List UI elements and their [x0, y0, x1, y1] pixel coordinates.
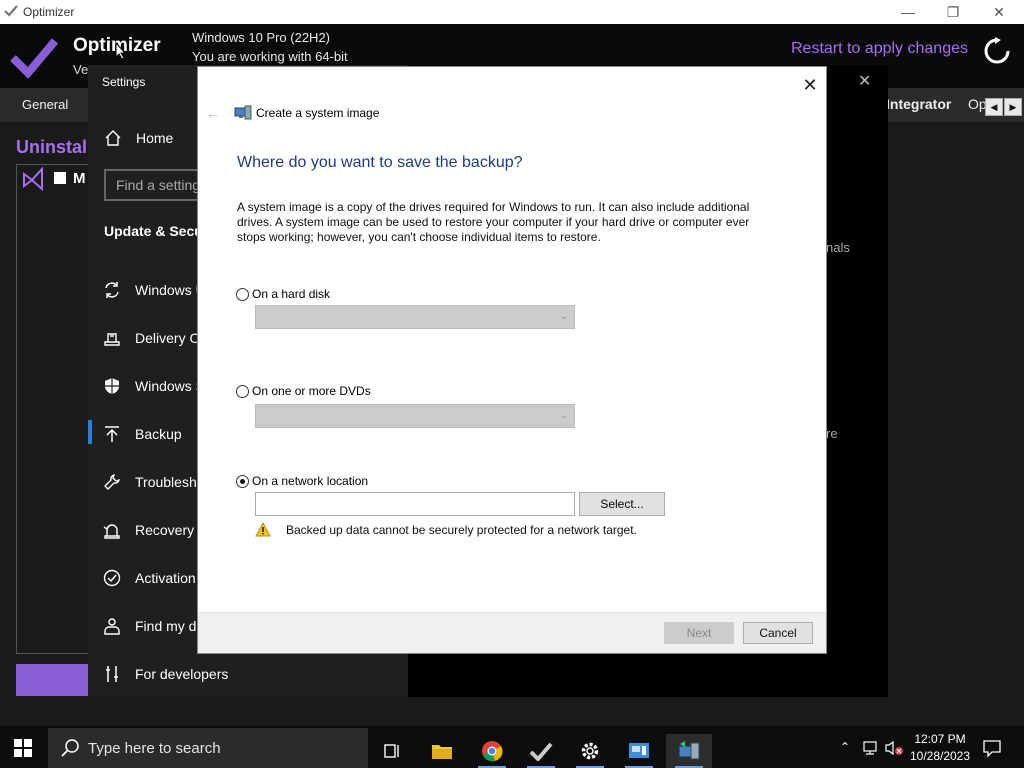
option-label: On a network location — [252, 474, 369, 488]
shield-icon — [105, 378, 119, 394]
sidebar-item-label: Find my de — [135, 618, 205, 634]
activation-check-icon — [103, 569, 121, 587]
uninstall-button[interactable] — [16, 664, 96, 696]
tab-scroll-right-icon[interactable]: ▶ — [1004, 98, 1022, 116]
app-list-item-label: M — [73, 170, 86, 187]
network-location-input[interactable] — [255, 492, 575, 516]
wrench-icon — [104, 474, 120, 490]
search-placeholder: Type here to search — [88, 740, 221, 757]
person-pin-icon — [104, 618, 120, 635]
option-label: On one or more DVDs — [252, 384, 371, 398]
restore-button[interactable]: ❐ — [930, 2, 976, 22]
dialog-footer: Next Cancel — [198, 612, 826, 653]
sidebar-item-label: Backup — [135, 426, 182, 442]
select-button[interactable]: Select... — [579, 492, 665, 516]
logo-check-icon — [10, 38, 58, 78]
app-version: Ve — [73, 62, 89, 77]
sidebar-item-label: Windows S — [135, 378, 206, 394]
uninstall-title: Uninstal — [16, 137, 88, 157]
cancel-button[interactable]: Cancel — [743, 622, 813, 644]
search-icon — [61, 739, 79, 757]
sidebar-item-label: Windows U — [135, 282, 206, 298]
tray-chevron-up-icon[interactable]: ⌃ — [840, 740, 850, 754]
chevron-down-icon: ⌄ — [559, 410, 568, 421]
content-fragment: re — [826, 426, 838, 441]
dialog-description: A system image is a copy of the drives r… — [237, 200, 750, 244]
home-label: Home — [136, 130, 174, 146]
radio-dvds[interactable] — [236, 384, 249, 398]
back-arrow-icon[interactable]: ← — [206, 105, 220, 121]
system-image-dialog: ✕ ← Create a system image Where do you w… — [198, 67, 826, 653]
tab-general[interactable]: General — [22, 97, 68, 112]
warning-icon — [255, 522, 271, 537]
app-checkbox[interactable] — [54, 172, 66, 184]
visual-studio-icon — [23, 166, 43, 192]
next-button[interactable]: Next — [664, 622, 734, 644]
backup-arrow-icon — [105, 426, 119, 442]
tab-scroll-left-icon[interactable]: ◀ — [985, 98, 1003, 116]
notification-icon[interactable] — [983, 739, 1001, 757]
tab-options[interactable]: Op — [968, 96, 987, 112]
volume-muted-icon[interactable] — [884, 740, 904, 756]
optimizer-titlebar: Optimizer — ❐ ✕ — [0, 0, 1024, 24]
content-fragment: nals — [826, 240, 850, 255]
sidebar-item-label: For developers — [135, 666, 229, 682]
check-icon — [4, 5, 18, 17]
taskbar-search[interactable]: Type here to search — [48, 728, 368, 768]
control-panel-icon[interactable] — [619, 734, 659, 768]
clock-time[interactable]: 12:07 PM — [912, 732, 968, 746]
tab-integrator[interactable]: Integrator — [886, 96, 951, 112]
option-dvds[interactable]: On one or more DVDs — [236, 384, 371, 398]
chrome-icon[interactable] — [472, 734, 512, 768]
restart-icon[interactable] — [982, 36, 1012, 66]
taskbar: Type here to search ⌃ 12:07 PM 10/28/202… — [0, 728, 1024, 768]
dialog-breadcrumb: Create a system image — [256, 106, 380, 120]
chevron-down-icon: ⌄ — [559, 311, 568, 322]
warning-text: Backed up data cannot be securely protec… — [286, 523, 637, 537]
sync-icon — [105, 282, 119, 298]
settings-close-icon[interactable]: ✕ — [858, 71, 871, 91]
settings-home[interactable]: Home — [104, 129, 173, 147]
find-setting-placeholder: Find a setting — [116, 177, 201, 193]
section-title: Update & Secu — [104, 223, 203, 239]
dialog-close-icon[interactable]: ✕ — [800, 75, 820, 95]
settings-gear-icon[interactable] — [570, 734, 610, 768]
optimizer-taskbar-icon[interactable] — [521, 734, 561, 768]
windows-version: Windows 10 Pro (22H2) — [192, 30, 330, 45]
hard-disk-dropdown: ⌄ — [255, 305, 575, 329]
home-icon — [105, 130, 121, 146]
restart-link[interactable]: Restart to apply changes — [791, 40, 968, 58]
clock-date[interactable]: 10/28/2023 — [908, 749, 972, 763]
sidebar-item-label: Recovery — [135, 522, 195, 538]
option-label: On a hard disk — [252, 287, 331, 301]
radio-hard-disk[interactable] — [236, 287, 249, 301]
delivery-icon — [104, 333, 120, 346]
bitness-label: You are working with 64-bit — [192, 49, 348, 64]
sidebar-item-label: Activation — [135, 570, 196, 586]
app-list — [16, 164, 96, 654]
radio-network[interactable] — [236, 474, 249, 488]
task-view-icon[interactable] — [372, 734, 412, 768]
option-hard-disk[interactable]: On a hard disk — [236, 287, 330, 301]
developer-icon — [106, 666, 118, 682]
settings-title: Settings — [102, 75, 146, 89]
file-explorer-icon[interactable] — [422, 734, 462, 768]
dvd-dropdown: ⌄ — [255, 404, 575, 428]
close-button[interactable]: ✕ — [976, 2, 1022, 22]
windows-start-icon[interactable] — [14, 739, 32, 757]
backup-computer-icon — [234, 105, 252, 120]
window-title: Optimizer — [23, 5, 75, 19]
option-network[interactable]: On a network location — [236, 474, 368, 488]
minimize-button[interactable]: — — [885, 2, 931, 22]
dialog-heading: Where do you want to save the backup? — [237, 154, 523, 171]
mouse-cursor-icon — [115, 42, 127, 60]
sidebar-item-label: Troublesho — [135, 474, 205, 490]
network-icon[interactable] — [862, 740, 880, 756]
backup-restore-taskbar-icon[interactable] — [666, 734, 712, 768]
selection-indicator — [88, 420, 92, 444]
sidebar-item-label: Delivery O — [135, 330, 201, 346]
recovery-icon — [103, 524, 120, 539]
sidebar-item-for-developers[interactable]: For developers — [102, 658, 402, 690]
